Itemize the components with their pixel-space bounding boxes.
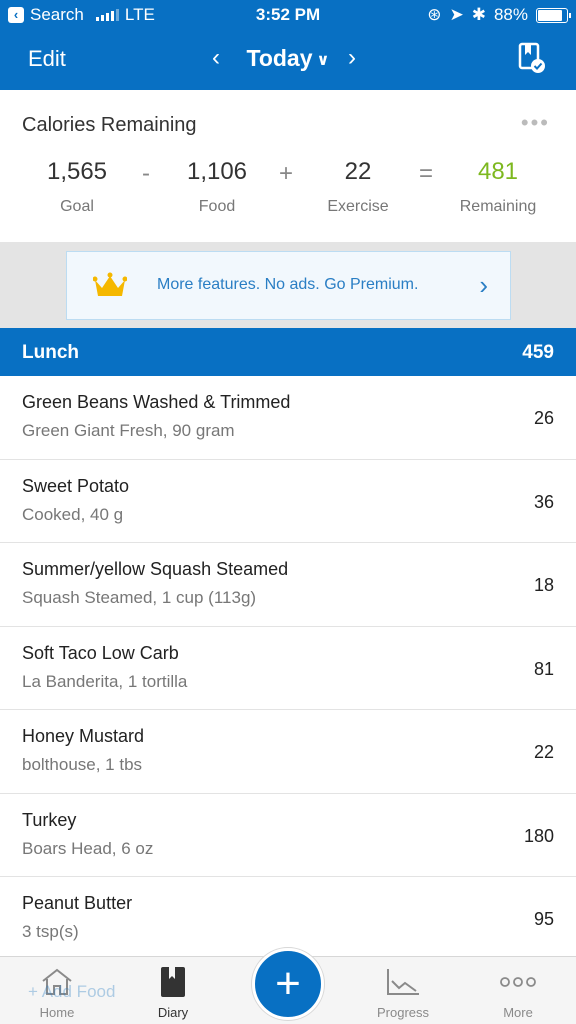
tab-diary-label: Diary xyxy=(157,1005,189,1020)
food-item[interactable]: Soft Taco Low Carb La Banderita, 1 torti… xyxy=(0,627,576,710)
more-dots-icon xyxy=(500,977,536,987)
food-description: Squash Steamed, 1 cup (113g) xyxy=(22,588,257,607)
bluetooth-icon: ✱ xyxy=(471,5,486,24)
battery-icon xyxy=(536,7,571,23)
nav-bar: Edit ‹ Today ∨ › xyxy=(0,30,576,90)
tab-more[interactable]: More xyxy=(473,965,563,1020)
food-name: Green Beans Washed & Trimmed xyxy=(22,392,291,412)
tab-diary[interactable]: Diary xyxy=(128,965,218,1020)
diary-icon xyxy=(161,967,185,997)
rotation-lock-icon: ⊛ xyxy=(427,5,442,24)
meal-name: Lunch xyxy=(22,342,79,363)
food-item[interactable]: Honey Mustard bolthouse, 1 tbs 22 xyxy=(0,710,576,794)
remaining-label: Remaining xyxy=(459,198,537,215)
food-name: Honey Mustard xyxy=(22,726,145,746)
equals-sign: = xyxy=(419,160,434,187)
page-title: Today xyxy=(246,45,313,71)
remaining-column: 481 Remaining xyxy=(438,158,558,216)
food-item[interactable]: Sweet Potato Cooked, 40 g 36 xyxy=(0,460,576,543)
battery-percent: 88% xyxy=(493,5,528,24)
food-name: Sweet Potato xyxy=(22,475,130,496)
food-description: Green Giant Fresh, 90 gram xyxy=(22,421,235,440)
food-calories: 180 xyxy=(523,825,554,846)
food-calories: 26 xyxy=(533,408,554,428)
diary-complete-icon[interactable] xyxy=(518,42,546,74)
food-item[interactable]: Summer/yellow Squash Steamed Squash Stea… xyxy=(0,543,576,627)
food-calories: 22 xyxy=(533,742,554,762)
goal-column: 1,565 Goal xyxy=(17,158,137,216)
meal-header[interactable]: Lunch 459 xyxy=(0,328,576,376)
food-calories: 95 xyxy=(533,909,554,929)
chevron-right-icon[interactable]: › xyxy=(348,44,356,72)
food-label: Food xyxy=(198,198,236,215)
meal-calories: 459 xyxy=(522,342,554,363)
exercise-column: 22 Exercise xyxy=(298,158,418,216)
chevron-down-icon: ∨ xyxy=(316,51,330,69)
tab-more-label: More xyxy=(503,1005,533,1020)
food-column: 1,106 Food xyxy=(157,158,277,216)
food-item[interactable]: Turkey Boars Head, 6 oz 180 xyxy=(0,794,576,877)
food-name: Turkey xyxy=(22,809,77,830)
food-calories: 18 xyxy=(533,575,554,595)
minus-sign: - xyxy=(142,160,150,187)
food-description: Boars Head, 6 oz xyxy=(22,838,154,858)
tab-progress-label: Progress xyxy=(376,1005,430,1020)
food-description: bolthouse, 1 tbs xyxy=(22,755,143,774)
goal-value: 1,565 xyxy=(46,158,108,185)
status-bar: ‹ Search LTE 3:52 PM ⊛ ➤ ✱ 88% xyxy=(0,0,576,30)
date-selector[interactable]: Today ∨ xyxy=(0,45,576,72)
food-calories: 81 xyxy=(533,658,554,679)
food-name: Peanut Butter xyxy=(22,893,133,913)
exercise-label: Exercise xyxy=(327,198,389,215)
food-calories: 36 xyxy=(533,491,554,512)
calories-heading: Calories Remaining xyxy=(22,114,197,136)
crown-icon xyxy=(93,272,127,296)
plus-sign: + xyxy=(279,160,294,187)
remaining-value: 481 xyxy=(477,158,519,185)
goal-label: Goal xyxy=(60,198,94,215)
progress-chart-icon xyxy=(387,969,419,995)
app-header: ‹ Search LTE 3:52 PM ⊛ ➤ ✱ 88% Edit ‹ To… xyxy=(0,0,576,90)
food-name: Summer/yellow Squash Steamed xyxy=(22,559,289,579)
premium-text: More features. No ads. Go Premium. xyxy=(157,276,419,293)
plus-icon: + xyxy=(275,959,301,1008)
food-name: Soft Taco Low Carb xyxy=(22,642,179,663)
quick-add-button[interactable]: + xyxy=(252,948,324,1020)
more-options-icon[interactable]: ••• xyxy=(521,110,550,136)
food-description: La Banderita, 1 tortilla xyxy=(22,671,188,691)
calories-remaining-card[interactable]: Calories Remaining ••• 1,565 Goal - 1,10… xyxy=(0,90,576,242)
tab-progress[interactable]: Progress xyxy=(358,965,448,1020)
food-description: 3 tsp(s) xyxy=(22,922,79,941)
exercise-value: 22 xyxy=(344,158,372,185)
chevron-right-icon: › xyxy=(479,270,488,300)
tab-home-label: Home xyxy=(39,1005,75,1020)
food-value: 1,106 xyxy=(186,158,248,185)
food-list: Green Beans Washed & Trimmed Green Giant… xyxy=(0,376,576,961)
premium-banner[interactable]: More features. No ads. Go Premium. › xyxy=(66,251,511,320)
location-icon: ➤ xyxy=(449,5,464,24)
add-food-link[interactable]: + Add Food xyxy=(28,982,115,1002)
promo-area: More features. No ads. Go Premium. › xyxy=(0,242,576,328)
food-description: Cooked, 40 g xyxy=(22,504,124,524)
food-item[interactable]: Green Beans Washed & Trimmed Green Giant… xyxy=(0,376,576,460)
